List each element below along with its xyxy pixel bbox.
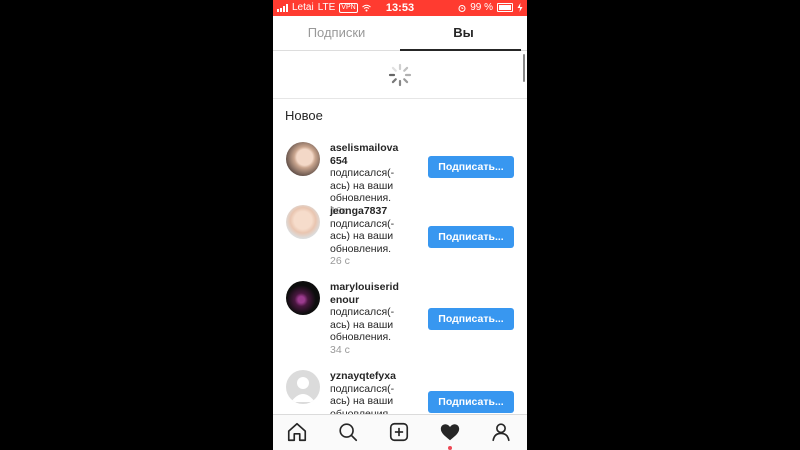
nav-search[interactable] bbox=[337, 421, 361, 445]
alarm-icon bbox=[458, 4, 466, 12]
battery-percent: 99 % bbox=[470, 2, 493, 13]
nav-activity[interactable] bbox=[439, 421, 463, 445]
notification-text: подписался(-ась) на ваши обновления. bbox=[330, 217, 395, 255]
status-bar: Letai LTE VPN 13:53 99 % bbox=[273, 0, 527, 16]
avatar[interactable] bbox=[286, 205, 320, 239]
notification-text: подписался(-ась) на ваши обновления. bbox=[330, 306, 395, 343]
follow-back-button[interactable]: Подписать... bbox=[428, 308, 514, 330]
activity-tabs: Подписки Вы bbox=[273, 16, 527, 51]
default-avatar-icon bbox=[291, 377, 315, 402]
follow-back-button[interactable]: Подписать... bbox=[428, 226, 514, 248]
username[interactable]: jeonga7837 bbox=[330, 205, 400, 218]
username[interactable]: aselismailova654 bbox=[330, 142, 400, 167]
nav-profile[interactable] bbox=[490, 421, 514, 445]
phone-screen: Letai LTE VPN 13:53 99 % Подписки Вы Нов… bbox=[273, 0, 527, 450]
username[interactable]: yznayqtefyxa bbox=[330, 370, 400, 383]
charging-icon bbox=[517, 3, 523, 12]
avatar[interactable] bbox=[286, 370, 320, 404]
search-icon bbox=[339, 423, 358, 442]
avatar[interactable] bbox=[286, 142, 320, 176]
notification-text: подписался(-ась) на ваши обновления. bbox=[330, 167, 395, 204]
avatar[interactable] bbox=[286, 281, 320, 315]
section-title: Новое bbox=[285, 108, 323, 123]
bottom-nav bbox=[273, 414, 527, 450]
activity-indicator-dot bbox=[448, 446, 452, 450]
follow-back-button[interactable]: Подписать... bbox=[428, 156, 514, 178]
loading-spinner-icon bbox=[388, 63, 412, 87]
nav-home[interactable] bbox=[286, 421, 310, 445]
add-post-icon bbox=[389, 422, 409, 442]
nav-add-post[interactable] bbox=[388, 421, 412, 445]
follow-back-button[interactable]: Подписать... bbox=[428, 391, 514, 413]
tab-you[interactable]: Вы bbox=[400, 16, 527, 50]
notification-time: 34 с bbox=[330, 343, 350, 356]
heart-icon bbox=[440, 424, 460, 441]
profile-icon bbox=[492, 423, 510, 442]
home-icon bbox=[287, 422, 307, 442]
loading-area bbox=[273, 51, 527, 99]
battery-icon bbox=[497, 3, 513, 12]
username[interactable]: marylouiseridenour bbox=[330, 281, 400, 306]
tab-following[interactable]: Подписки bbox=[273, 16, 400, 50]
scrollbar[interactable] bbox=[523, 54, 525, 82]
notification-time: 26 с bbox=[330, 255, 350, 267]
